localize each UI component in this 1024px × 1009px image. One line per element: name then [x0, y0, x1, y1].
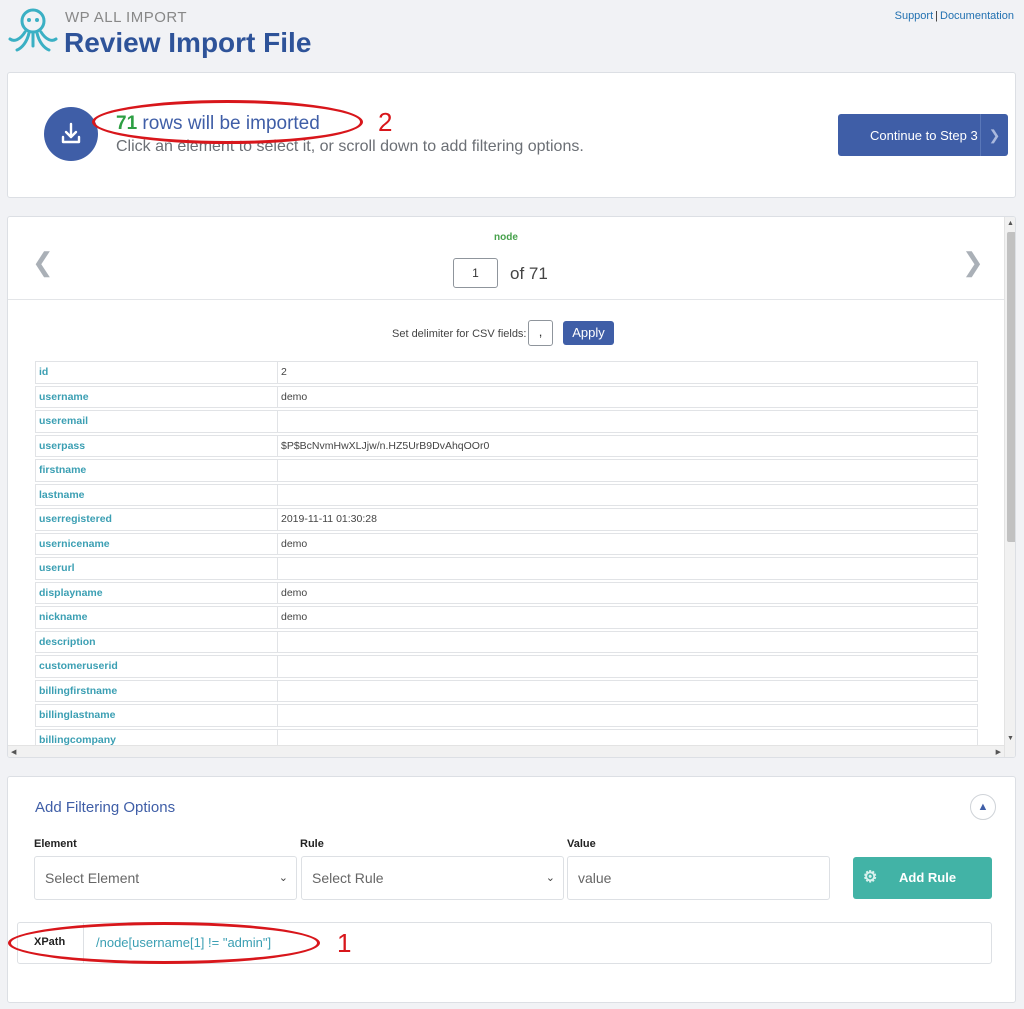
annotation-ellipse-2 [92, 100, 363, 144]
chevron-right-icon: ❯ [980, 114, 1008, 156]
table-row[interactable]: id 2 [35, 361, 978, 384]
annotation-number-1: 1 [337, 928, 352, 958]
vertical-scrollbar[interactable]: ▲ ▼ [1004, 217, 1015, 757]
field-name[interactable]: description [36, 631, 278, 652]
field-value [278, 681, 977, 702]
filtering-title: Add Filtering Options [35, 799, 176, 816]
field-name[interactable]: billinglastname [36, 705, 278, 726]
field-value: demo [281, 390, 308, 403]
element-select-value: Select Element [45, 870, 140, 886]
field-name[interactable]: lastname [36, 484, 278, 505]
scroll-thumb[interactable] [1007, 232, 1015, 542]
scroll-left-icon[interactable]: ◀ [11, 748, 16, 756]
delimiter-label: Set delimiter for CSV fields: [392, 328, 527, 340]
field-value [278, 632, 977, 653]
field-name[interactable]: nickname [36, 607, 278, 628]
add-rule-label: Add Rule [899, 870, 957, 885]
gears-icon: ⚙ [863, 869, 878, 886]
filtering-panel: Add Filtering Options ▲ Element Rule Val… [7, 776, 1016, 1003]
element-label: Element [34, 838, 77, 850]
rule-select-value: Select Rule [312, 870, 384, 886]
field-value [278, 460, 977, 481]
table-row[interactable]: userregistered 2019-11-11 01:30:28 [35, 508, 978, 531]
field-value [278, 411, 977, 432]
field-value: $P$BcNvmHwXLJjw/n.HZ5UrB9DvAhqOOr0 [281, 439, 490, 452]
next-arrow-icon[interactable]: ❯ [962, 247, 984, 278]
add-rule-button[interactable]: ⚙ Add Rule [853, 857, 992, 899]
field-name[interactable]: billingfirstname [36, 680, 278, 701]
brand-name: WP ALL IMPORT [65, 9, 188, 26]
field-name[interactable]: userpass [36, 435, 278, 456]
continue-label: Continue to Step 3 [870, 127, 978, 143]
scroll-right-icon[interactable]: ▶ [996, 748, 1001, 756]
table-row[interactable]: billingfirstname [35, 679, 978, 702]
field-value [278, 705, 977, 726]
page-total: of 71 [510, 264, 548, 283]
field-value: demo [281, 586, 308, 599]
scroll-down-icon[interactable]: ▼ [1007, 735, 1014, 742]
rule-label: Rule [300, 838, 324, 850]
table-row[interactable]: nickname demo [35, 606, 978, 629]
field-name[interactable]: customeruserid [36, 656, 278, 677]
field-name[interactable]: userurl [36, 558, 278, 579]
preview-panel: node ❮ ❯ 1 of 71 Set delimiter for CSV f… [7, 216, 1016, 758]
scroll-up-icon[interactable]: ▲ [1007, 220, 1014, 227]
link-separator: | [935, 10, 938, 22]
field-value: 2019-11-11 01:30:28 [281, 513, 377, 525]
page-header: WP ALL IMPORT Review Import File Support… [0, 0, 1024, 66]
field-value: 2 [281, 366, 287, 378]
field-name[interactable]: firstname [36, 460, 278, 481]
table-row[interactable]: userpass $P$BcNvmHwXLJjw/n.HZ5UrB9DvAhqOO… [35, 434, 978, 457]
field-value: demo [281, 537, 308, 550]
octopus-logo-icon [8, 8, 58, 52]
field-name[interactable]: id [36, 362, 278, 383]
divider [8, 299, 1004, 300]
value-input[interactable]: value [567, 856, 830, 900]
field-name[interactable]: displayname [36, 582, 278, 603]
table-row[interactable]: userurl [35, 557, 978, 580]
annotation-number-2: 2 [378, 107, 393, 137]
rule-select[interactable]: Select Rule ⌄ [301, 856, 564, 900]
chevron-down-icon: ⌄ [545, 872, 555, 884]
previous-arrow-icon[interactable]: ❮ [32, 247, 54, 278]
page-title: Review Import File [64, 27, 312, 58]
field-name[interactable]: usernicename [36, 533, 278, 554]
value-label: Value [567, 838, 596, 850]
field-name[interactable]: userregistered [36, 509, 278, 530]
table-row[interactable]: billinglastname [35, 704, 978, 727]
field-value: demo [281, 611, 308, 623]
table-row[interactable]: usernicename demo [35, 532, 978, 555]
field-name[interactable]: useremail [36, 411, 278, 432]
apply-button[interactable]: Apply [563, 321, 614, 345]
page-number-input[interactable]: 1 [453, 258, 498, 288]
node-label: node [494, 232, 518, 243]
record-table: id 2 username demo useremail userpass $P$BcNvm… [35, 361, 978, 753]
chevron-down-icon: ⌄ [278, 872, 288, 884]
table-row[interactable]: username demo [35, 385, 978, 408]
table-row[interactable]: lastname [35, 483, 978, 506]
support-link[interactable]: Support [895, 10, 934, 22]
table-row[interactable]: useremail [35, 410, 978, 433]
field-name[interactable]: username [36, 386, 278, 407]
table-row[interactable]: customeruserid [35, 655, 978, 678]
element-select[interactable]: Select Element ⌄ [34, 856, 297, 900]
documentation-link[interactable]: Documentation [940, 10, 1014, 22]
table-row[interactable]: displayname demo [35, 581, 978, 604]
download-icon [44, 107, 98, 161]
value-input-placeholder: value [578, 870, 612, 886]
top-links: Support | Documentation [895, 10, 1014, 22]
field-value [278, 558, 977, 579]
annotation-ellipse-1 [8, 922, 320, 964]
summary-panel: 71 rows will be imported Click an elemen… [7, 72, 1016, 198]
field-value [278, 656, 977, 677]
delimiter-input[interactable]: , [528, 320, 553, 346]
table-row[interactable]: firstname [35, 459, 978, 482]
chevron-up-icon[interactable]: ▲ [970, 794, 996, 820]
table-row[interactable]: description [35, 630, 978, 653]
field-value [278, 485, 977, 506]
continue-button[interactable]: Continue to Step 3 ❯ [838, 114, 1008, 156]
horizontal-scrollbar[interactable]: ◀ ▶ [8, 745, 1004, 757]
